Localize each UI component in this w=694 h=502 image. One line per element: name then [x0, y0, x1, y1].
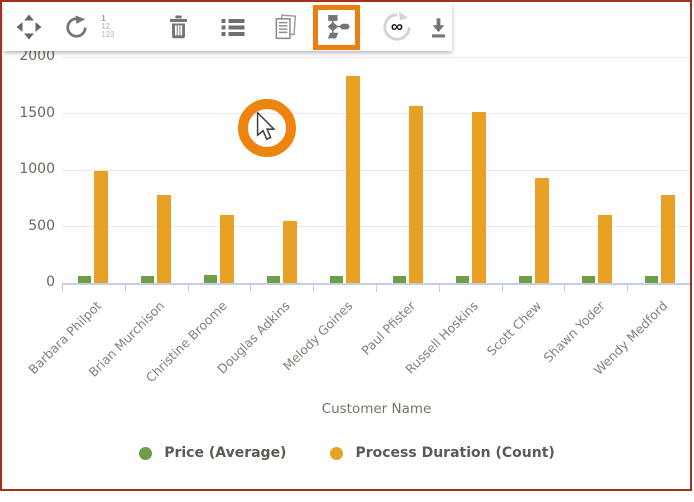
y-tick-label: 500: [28, 218, 55, 234]
bar-duration[interactable]: [157, 195, 171, 283]
legend-item[interactable]: Process Duration (Count): [330, 445, 554, 461]
bar-price[interactable]: [456, 276, 469, 283]
number-format-button[interactable]: 1 12 123: [101, 7, 125, 47]
bar-duration[interactable]: [409, 106, 423, 283]
legend-dot: [139, 447, 152, 460]
bar-price[interactable]: [519, 276, 532, 283]
download-icon: [426, 15, 451, 40]
x-axis-labels: Barbara PhilpotBrian MurchisonChristine …: [62, 292, 691, 392]
bar-group: [125, 57, 188, 283]
y-tick-label: 1000: [19, 161, 55, 177]
bar-duration[interactable]: [535, 178, 549, 283]
refresh-icon: [64, 15, 89, 40]
legend-label: Price (Average): [164, 445, 286, 461]
bar-group: [502, 57, 565, 283]
legend-item[interactable]: Price (Average): [139, 445, 286, 461]
refresh-button[interactable]: [63, 7, 89, 47]
bar-price[interactable]: [582, 276, 595, 283]
bar-group: [188, 57, 251, 283]
bar-group: [62, 57, 125, 283]
plot-area: [62, 57, 691, 283]
process-flow-button[interactable]: [322, 7, 350, 47]
chart-legend: Price (Average) Process Duration (Count): [0, 445, 694, 461]
bar-duration[interactable]: [598, 215, 612, 283]
bar-price[interactable]: [645, 276, 658, 283]
bar-group: [377, 57, 440, 283]
report-view-button[interactable]: [272, 7, 298, 47]
document-copy-icon: [272, 14, 298, 41]
y-tick-label: 0: [46, 274, 55, 290]
number-format-icon: 1 12 123: [101, 15, 125, 39]
x-axis-title: Customer Name: [62, 401, 691, 417]
bar-group: [565, 57, 628, 283]
bar-price[interactable]: [141, 276, 154, 283]
bar-duration[interactable]: [220, 215, 234, 283]
legend-dot: [330, 447, 343, 460]
bar-duration[interactable]: [346, 76, 360, 283]
download-button[interactable]: [426, 7, 452, 47]
bar-group: [314, 57, 377, 283]
infinity-loop-icon: ∞: [382, 12, 412, 42]
list-view-button[interactable]: [219, 7, 247, 47]
bar-price[interactable]: [78, 276, 91, 283]
y-tick-label: 1500: [19, 105, 55, 121]
bar-price[interactable]: [393, 276, 406, 283]
bar-duration[interactable]: [94, 171, 108, 283]
bar-group: [251, 57, 314, 283]
trash-icon: [166, 14, 191, 40]
move-icon: [16, 14, 42, 40]
mouse-cursor: [256, 112, 275, 145]
bar-price[interactable]: [204, 275, 217, 283]
chart-toolbar: 1 12 123: [3, 3, 452, 51]
process-flow-highlight-box: [313, 5, 360, 50]
bar-duration[interactable]: [283, 221, 297, 283]
bar-duration[interactable]: [661, 195, 675, 283]
bar-duration[interactable]: [472, 112, 486, 283]
bar-price[interactable]: [267, 276, 280, 283]
list-icon: [219, 15, 247, 39]
bar-group: [628, 57, 691, 283]
loop-button[interactable]: ∞: [382, 7, 412, 47]
y-axis-labels: 0500100015002000: [0, 57, 58, 283]
bar-group: [439, 57, 502, 283]
bar-price[interactable]: [330, 276, 343, 283]
legend-label: Process Duration (Count): [355, 445, 554, 461]
move-button[interactable]: [16, 7, 42, 47]
flowchart-icon: [323, 14, 350, 40]
bar-groups: [62, 57, 691, 283]
x-axis-ticks: [62, 283, 691, 292]
delete-button[interactable]: [165, 7, 191, 47]
